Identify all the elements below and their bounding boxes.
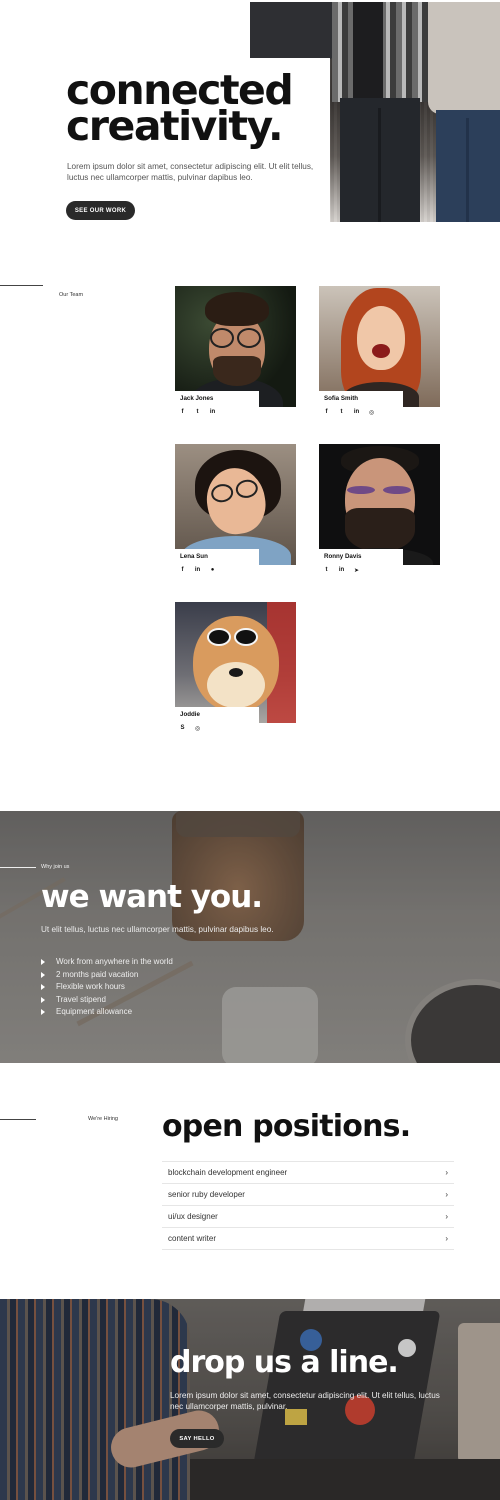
perk-label: Work from anywhere in the world xyxy=(56,957,173,966)
why-background-photo xyxy=(0,811,500,1063)
positions-title: open positions. xyxy=(162,1109,411,1144)
github-icon[interactable]: ● xyxy=(209,567,216,573)
contact-subtitle: Lorem ipsum dolor sit amet, consectetur … xyxy=(170,1391,440,1411)
team-section-label: Our Team xyxy=(59,292,84,298)
position-title: senior ruby developer xyxy=(168,1190,245,1199)
member-photo xyxy=(319,286,440,407)
linkedin-icon[interactable]: in xyxy=(209,409,216,415)
hero-title-line2: creativity. xyxy=(66,102,284,150)
member-name: Joddie xyxy=(180,711,200,718)
linkedin-icon[interactable]: in xyxy=(194,567,201,573)
skype-icon[interactable]: S xyxy=(179,725,186,732)
positions-section-divider xyxy=(0,1119,36,1120)
perk-item: 2 months paid vacation xyxy=(41,969,173,982)
position-title: blockchain development engineer xyxy=(168,1168,288,1177)
positions-list: blockchain development engineer › senior … xyxy=(162,1161,454,1250)
why-section-divider xyxy=(0,867,36,868)
contact-title: drop us a line. xyxy=(170,1345,399,1380)
facebook-icon[interactable]: f xyxy=(323,409,330,416)
member-name: Jack Jones xyxy=(180,395,214,402)
caret-right-icon xyxy=(41,996,45,1003)
perk-item: Travel stipend xyxy=(41,994,173,1007)
why-title: we want you. xyxy=(41,879,263,915)
why-subtitle: Ut elit tellus, luctus nec ullamcorper m… xyxy=(41,925,274,934)
caret-right-icon xyxy=(41,984,45,991)
instagram-icon[interactable]: ◎ xyxy=(194,725,201,732)
position-item[interactable]: content writer › xyxy=(162,1228,454,1250)
member-name: Lena Sun xyxy=(180,553,208,560)
why-section-label: Why join us xyxy=(41,864,70,870)
chevron-right-icon: › xyxy=(445,1234,448,1243)
positions-section-label: We're Hiring xyxy=(88,1116,118,1122)
member-photo xyxy=(175,444,296,565)
twitter-icon[interactable]: t xyxy=(338,409,345,416)
caret-right-icon xyxy=(41,971,45,978)
perk-item: Work from anywhere in the world xyxy=(41,956,173,969)
perk-label: Equipment allowance xyxy=(56,1007,133,1016)
perk-label: Flexible work hours xyxy=(56,982,125,991)
member-social-links: t in ➤ xyxy=(323,567,360,574)
member-social-links: f t in ◎ xyxy=(323,409,375,416)
position-item[interactable]: blockchain development engineer › xyxy=(162,1161,454,1184)
member-photo xyxy=(175,286,296,407)
member-social-links: S ◎ xyxy=(179,725,201,732)
perk-label: 2 months paid vacation xyxy=(56,969,139,979)
perk-item: Equipment allowance xyxy=(41,1006,173,1019)
linkedin-icon[interactable]: in xyxy=(353,409,360,416)
hero-title: connected creativity. xyxy=(66,70,336,147)
position-title: content writer xyxy=(168,1234,217,1243)
see-our-work-button[interactable]: SEE OUR WORK xyxy=(66,201,135,220)
member-social-links: f t in xyxy=(179,409,216,415)
member-social-links: f in ● xyxy=(179,567,216,573)
perks-list: Work from anywhere in the world 2 months… xyxy=(41,956,173,1019)
chevron-right-icon: › xyxy=(445,1190,448,1199)
chevron-right-icon: › xyxy=(445,1212,448,1221)
facebook-icon[interactable]: f xyxy=(179,567,186,573)
twitter-icon[interactable]: t xyxy=(194,409,201,415)
member-name: Sofia Smith xyxy=(324,395,359,402)
member-name: Ronny Davis xyxy=(324,553,362,560)
position-item[interactable]: senior ruby developer › xyxy=(162,1184,454,1206)
telegram-icon[interactable]: ➤ xyxy=(353,567,360,574)
position-title: ui/ux designer xyxy=(168,1212,218,1221)
hero-subtitle: Lorem ipsum dolor sit amet, consectetur … xyxy=(67,162,314,182)
perk-item: Flexible work hours xyxy=(41,981,173,994)
instagram-icon[interactable]: ◎ xyxy=(368,409,375,416)
chevron-right-icon: › xyxy=(445,1168,448,1177)
facebook-icon[interactable]: f xyxy=(179,409,186,415)
twitter-icon[interactable]: t xyxy=(323,567,330,574)
position-item[interactable]: ui/ux designer › xyxy=(162,1206,454,1228)
caret-right-icon xyxy=(41,959,45,966)
member-photo xyxy=(175,602,296,723)
say-hello-button[interactable]: SAY HELLO xyxy=(170,1429,224,1448)
linkedin-icon[interactable]: in xyxy=(338,567,345,574)
caret-right-icon xyxy=(41,1009,45,1016)
team-section-divider xyxy=(0,285,43,286)
member-photo xyxy=(319,444,440,565)
perk-label: Travel stipend xyxy=(56,994,106,1004)
